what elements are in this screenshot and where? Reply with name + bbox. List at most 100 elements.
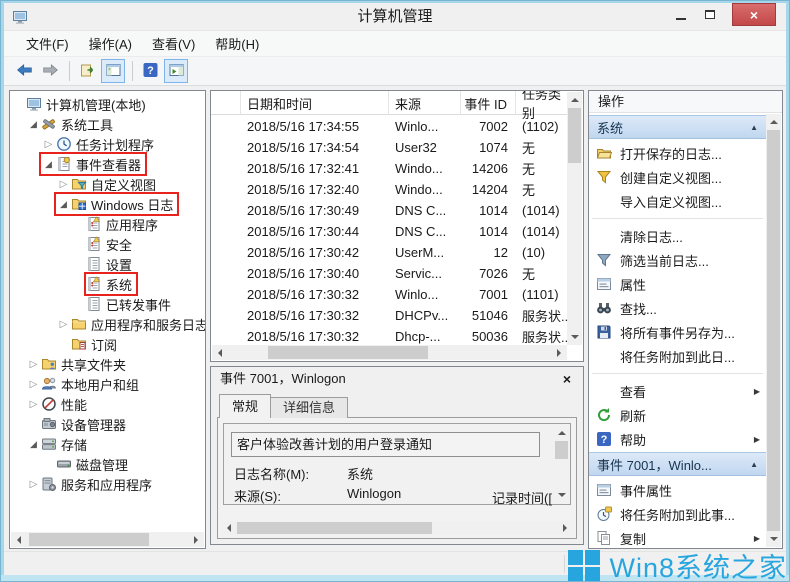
tree-item[interactable]: ◢系统工具 xyxy=(10,114,205,134)
expander-icon[interactable]: ◢ xyxy=(41,159,56,170)
minimize-button[interactable] xyxy=(668,3,694,26)
tree-item[interactable]: 应用程序 xyxy=(10,214,205,234)
expander-icon[interactable]: ▷ xyxy=(26,479,41,490)
scroll-up-icon[interactable] xyxy=(766,114,781,129)
scroll-right-icon[interactable] xyxy=(558,521,573,535)
menu-file[interactable]: 文件(F) xyxy=(16,31,79,56)
close-button[interactable]: × xyxy=(732,3,776,26)
scroll-left-icon[interactable] xyxy=(11,532,26,547)
event-list-vertical-scrollbar[interactable] xyxy=(567,92,582,345)
scrollbar-thumb[interactable] xyxy=(29,533,149,546)
action-item[interactable]: 属性 xyxy=(589,272,766,296)
expander-icon[interactable]: ◢ xyxy=(26,119,41,130)
action-item[interactable]: 导入自定义视图... xyxy=(589,189,766,213)
menu-help[interactable]: 帮助(H) xyxy=(205,31,269,56)
action-item[interactable]: 将任务附加到此日... xyxy=(589,344,766,368)
action-item[interactable]: 将所有事件另存为... xyxy=(589,320,766,344)
table-row[interactable]: 2018/5/16 17:30:49DNS C...1014(1014) xyxy=(211,200,567,221)
action-item[interactable]: ?帮助▶ xyxy=(589,427,766,451)
column-level[interactable] xyxy=(211,91,241,115)
table-row[interactable]: 2018/5/16 17:30:40Servic...7026无 xyxy=(211,263,567,284)
scroll-up-icon[interactable] xyxy=(567,92,582,107)
action-item[interactable]: 复制▶ xyxy=(589,526,766,548)
tab-details[interactable]: 详细信息 xyxy=(271,397,348,418)
tree-item[interactable]: ▷应用程序和服务日志 xyxy=(10,314,205,334)
action-item[interactable]: 刷新 xyxy=(589,403,766,427)
tab-general[interactable]: 常规 xyxy=(219,394,271,418)
table-row[interactable]: 2018/5/16 17:34:55Winlo...7002(1102) xyxy=(211,116,567,137)
action-group-header[interactable]: 系统▲ xyxy=(589,115,766,139)
tree-item[interactable]: 计算机管理(本地) xyxy=(10,94,205,114)
expander-icon[interactable]: ▷ xyxy=(26,399,41,410)
show-console-tree-button[interactable] xyxy=(101,59,125,83)
column-source[interactable]: 来源 xyxy=(389,91,461,115)
scrollbar-thumb[interactable] xyxy=(237,522,432,534)
maximize-button[interactable] xyxy=(697,3,723,26)
tree-item[interactable]: 磁盘管理 xyxy=(10,454,205,474)
scroll-down-icon[interactable] xyxy=(554,488,569,503)
table-row[interactable]: 2018/5/16 17:30:44DNS C...1014(1014) xyxy=(211,221,567,242)
tree-item[interactable]: ▷共享文件夹 xyxy=(10,354,205,374)
forward-button[interactable] xyxy=(38,59,62,83)
column-task-category[interactable]: 任务类别 xyxy=(516,91,567,115)
column-date-time[interactable]: 日期和时间 xyxy=(241,91,389,115)
action-item[interactable]: 查看▶ xyxy=(589,379,766,403)
scroll-left-icon[interactable] xyxy=(212,345,227,360)
menu-view[interactable]: 查看(V) xyxy=(142,31,205,56)
scrollbar-thumb[interactable] xyxy=(767,130,780,531)
tree-item[interactable]: 已转发事件 xyxy=(10,294,205,314)
expander-icon[interactable]: ◢ xyxy=(56,199,71,210)
expander-icon[interactable]: ▷ xyxy=(56,179,71,190)
expander-icon[interactable]: ◢ xyxy=(26,439,41,450)
action-item[interactable]: 清除日志... xyxy=(589,224,766,248)
table-row[interactable]: 2018/5/16 17:32:41Windo...14206无 xyxy=(211,158,567,179)
expander-icon[interactable]: ▷ xyxy=(56,319,71,330)
tree-item[interactable]: 订阅 xyxy=(10,334,205,354)
tree-item[interactable]: ◢Windows 日志 xyxy=(10,194,205,214)
tree-item[interactable]: ◢存储 xyxy=(10,434,205,454)
action-item[interactable]: 将任务附加到此事... xyxy=(589,502,766,526)
action-item[interactable]: 创建自定义视图... xyxy=(589,165,766,189)
table-row[interactable]: 2018/5/16 17:34:54User321074无 xyxy=(211,137,567,158)
expander-icon[interactable]: ▷ xyxy=(26,379,41,390)
show-action-pane-button[interactable] xyxy=(164,59,188,83)
scrollbar-thumb[interactable] xyxy=(268,346,428,359)
event-list-horizontal-scrollbar[interactable] xyxy=(212,345,567,360)
tree-item[interactable]: ▷服务和应用程序 xyxy=(10,474,205,494)
scrollbar-thumb[interactable] xyxy=(568,108,581,163)
detail-vertical-scrollbar[interactable] xyxy=(554,425,569,503)
scroll-down-icon[interactable] xyxy=(766,532,781,547)
back-button[interactable] xyxy=(12,59,36,83)
expander-icon[interactable]: ▷ xyxy=(26,359,41,370)
tree-horizontal-scrollbar[interactable] xyxy=(11,532,204,547)
scroll-left-icon[interactable] xyxy=(221,521,236,535)
action-item[interactable]: 打开保存的日志... xyxy=(589,141,766,165)
help-button[interactable]: ? xyxy=(138,59,162,83)
action-item[interactable]: 筛选当前日志... xyxy=(589,248,766,272)
action-group-header[interactable]: 事件 7001，Winlo...▲ xyxy=(589,452,766,476)
scroll-down-icon[interactable] xyxy=(567,330,582,345)
detail-horizontal-scrollbar[interactable] xyxy=(221,521,573,535)
tree-item[interactable]: ▷任务计划程序 xyxy=(10,134,205,154)
scroll-right-icon[interactable] xyxy=(189,532,204,547)
tree-item[interactable]: ◢事件查看器 xyxy=(10,154,205,174)
table-row[interactable]: 2018/5/16 17:30:32DHCPv...51046服务状... xyxy=(211,305,567,326)
scrollbar-thumb[interactable] xyxy=(555,441,568,459)
tree-item[interactable]: ▷本地用户和组 xyxy=(10,374,205,394)
action-item[interactable]: 查找... xyxy=(589,296,766,320)
scroll-up-icon[interactable] xyxy=(554,425,569,440)
action-item[interactable]: 事件属性 xyxy=(589,478,766,502)
detail-close-icon[interactable]: × xyxy=(557,367,577,391)
table-row[interactable]: 2018/5/16 17:32:40Windo...14204无 xyxy=(211,179,567,200)
tree-item[interactable]: 设置 xyxy=(10,254,205,274)
tree-item[interactable]: 系统 xyxy=(10,274,205,294)
export-list-button[interactable] xyxy=(75,59,99,83)
table-row[interactable]: 2018/5/16 17:30:32Dhcp-...50036服务状... xyxy=(211,326,567,345)
scroll-right-icon[interactable] xyxy=(552,345,567,360)
table-row[interactable]: 2018/5/16 17:30:42UserM...12(10) xyxy=(211,242,567,263)
column-event-id[interactable]: 事件 ID xyxy=(461,91,516,115)
menu-action[interactable]: 操作(A) xyxy=(79,31,142,56)
actions-vertical-scrollbar[interactable] xyxy=(766,114,781,547)
tree-item[interactable]: ▷自定义视图 xyxy=(10,174,205,194)
tree-item[interactable]: 设备管理器 xyxy=(10,414,205,434)
